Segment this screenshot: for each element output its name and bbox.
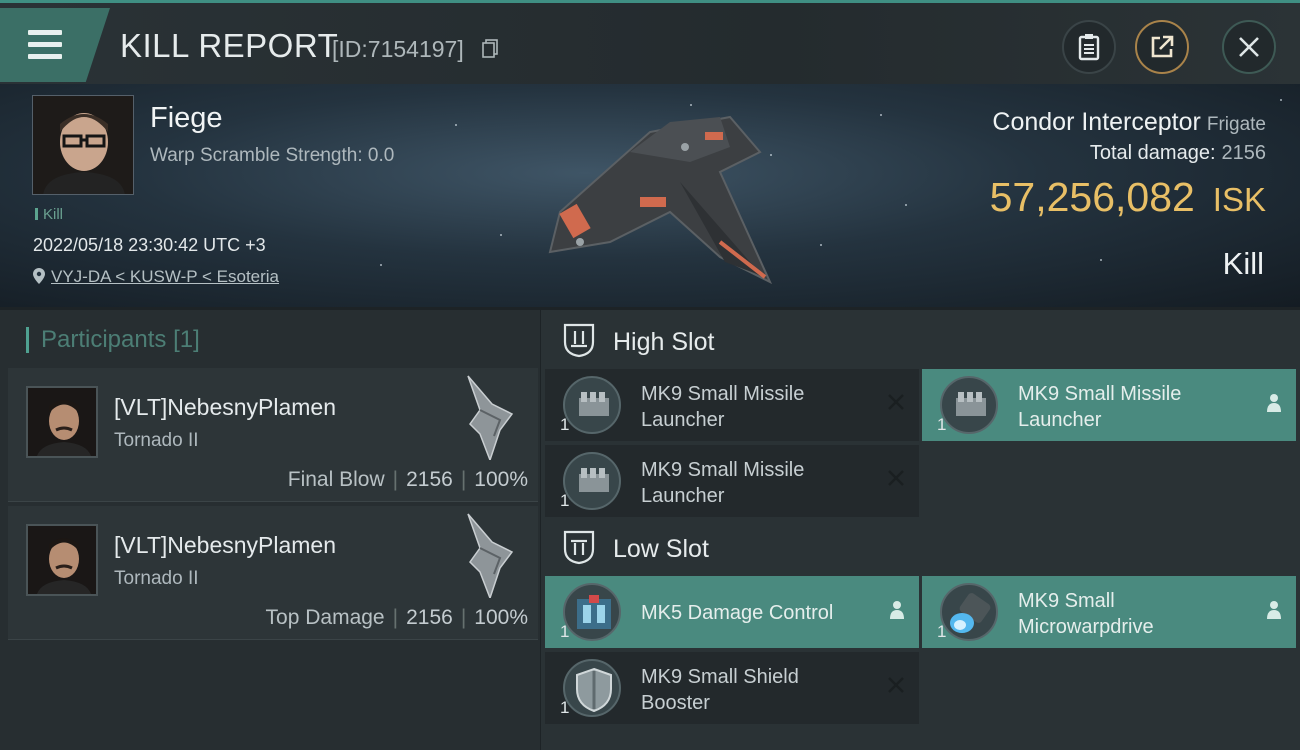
menu-button[interactable] — [0, 8, 110, 82]
victim-summary: Fiege Warp Scramble Strength: 0.0 Kill 2… — [0, 84, 1300, 307]
module-name: MK9 Small Shield Booster — [641, 666, 799, 714]
kill-location[interactable]: VYJ-DA < KUSW-P < Esoteria — [33, 267, 279, 287]
shield-booster-icon — [563, 659, 621, 717]
close-icon — [1239, 37, 1259, 57]
participant-ship-image — [467, 513, 514, 598]
dropped-person-icon — [1267, 394, 1281, 412]
damage-control-icon — [563, 583, 621, 641]
module-item[interactable]: 1 MK5 Damage Control — [545, 576, 919, 648]
dropped-person-icon — [1267, 601, 1281, 619]
module-quantity: 1 — [560, 622, 570, 641]
clipboard-button[interactable] — [1062, 20, 1116, 74]
module-item[interactable]: 1 MK9 Small Missile Launcher — [922, 369, 1296, 441]
module-name: MK5 Damage Control — [641, 602, 834, 624]
module-item[interactable]: 1 MK9 Small Missile Launcher — [545, 369, 919, 441]
high-slot-icon — [563, 323, 595, 358]
module-name: MK9 Small Missile Launcher — [641, 459, 805, 507]
destroyed-icon — [888, 470, 904, 486]
kill-result: Kill — [1222, 246, 1264, 281]
report-id: [ID:7154197] — [332, 36, 464, 62]
isk-value: 57,256,082 ISK — [989, 174, 1266, 220]
module-item[interactable]: 1 MK9 Small Microwarpdrive — [922, 576, 1296, 648]
participants-panel: Participants [1] [VLT]NebesnyPlamen Torn… — [0, 310, 540, 750]
participant-avatar — [26, 524, 98, 596]
participant-ship: Tornado II — [114, 568, 199, 589]
victim-ship-name[interactable]: Condor Interceptor Frigate — [992, 108, 1266, 137]
module-name: MK9 Small Missile Launcher — [641, 383, 805, 431]
low-slot-header: Low Slot — [561, 529, 1300, 569]
low-slot-icon — [563, 530, 595, 565]
missile-launcher-icon — [563, 376, 621, 434]
kill-datetime: 2022/05/18 23:30:42 UTC +3 — [33, 235, 266, 255]
dropped-person-icon — [890, 601, 904, 619]
participant-avatar — [26, 386, 98, 458]
participant-row[interactable]: [VLT]NebesnyPlamen Tornado II Top Damage… — [8, 506, 538, 640]
module-item[interactable]: 1 MK9 Small Missile Launcher — [545, 445, 919, 517]
high-slot-header: High Slot — [561, 322, 1300, 362]
header-bar: KILL REPORT [ID:7154197] — [0, 0, 1300, 84]
module-quantity: 1 — [937, 622, 947, 641]
menu-icon — [28, 30, 62, 59]
module-quantity: 1 — [560, 415, 570, 434]
fitting-panel: High Slot 1 MK9 Small Missile Launcher 1… — [541, 310, 1300, 750]
microwarpdrive-icon — [940, 583, 998, 641]
victim-name[interactable]: Fiege — [150, 102, 223, 135]
warp-scramble-strength: Warp Scramble Strength: 0.0 — [150, 145, 395, 166]
module-name: MK9 Small Missile Launcher — [1018, 383, 1182, 431]
participant-name[interactable]: [VLT]NebesnyPlamen — [114, 532, 336, 559]
high-slot-label: High Slot — [613, 328, 715, 356]
module-quantity: 1 — [560, 698, 570, 717]
module-quantity: 1 — [937, 415, 947, 434]
module-quantity: 1 — [560, 491, 570, 510]
destroyed-icon — [888, 394, 904, 410]
victim-ship-image — [548, 115, 773, 285]
low-slot-label: Low Slot — [613, 535, 709, 563]
participant-stats: Final Blow | 2156 | 100% — [287, 468, 528, 491]
module-name: MK9 Small Microwarpdrive — [1018, 590, 1154, 638]
participant-row[interactable]: [VLT]NebesnyPlamen Tornado II Final Blow… — [8, 368, 538, 502]
participants-heading: Participants [1] — [26, 327, 200, 353]
location-link[interactable]: VYJ-DA < KUSW-P < Esoteria — [51, 267, 279, 286]
share-button[interactable] — [1135, 20, 1189, 74]
share-icon — [1151, 35, 1174, 58]
missile-launcher-icon — [940, 376, 998, 434]
total-damage: Total damage: 2156 — [1089, 142, 1266, 164]
module-item[interactable]: 1 MK9 Small Shield Booster — [545, 652, 919, 724]
destroyed-icon — [888, 677, 904, 693]
close-button[interactable] — [1222, 20, 1276, 74]
participant-ship: Tornado II — [114, 430, 199, 451]
participant-name[interactable]: [VLT]NebesnyPlamen — [114, 394, 336, 421]
victim-avatar[interactable] — [32, 95, 134, 195]
page-title: KILL REPORT — [120, 27, 339, 64]
participant-ship-image — [467, 375, 514, 460]
copy-icon[interactable] — [482, 39, 498, 58]
participant-stats: Top Damage | 2156 | 100% — [265, 606, 528, 629]
location-pin-icon — [33, 268, 45, 284]
missile-launcher-icon — [563, 452, 621, 510]
kill-tag: Kill — [35, 206, 63, 223]
clipboard-icon — [1078, 34, 1100, 61]
